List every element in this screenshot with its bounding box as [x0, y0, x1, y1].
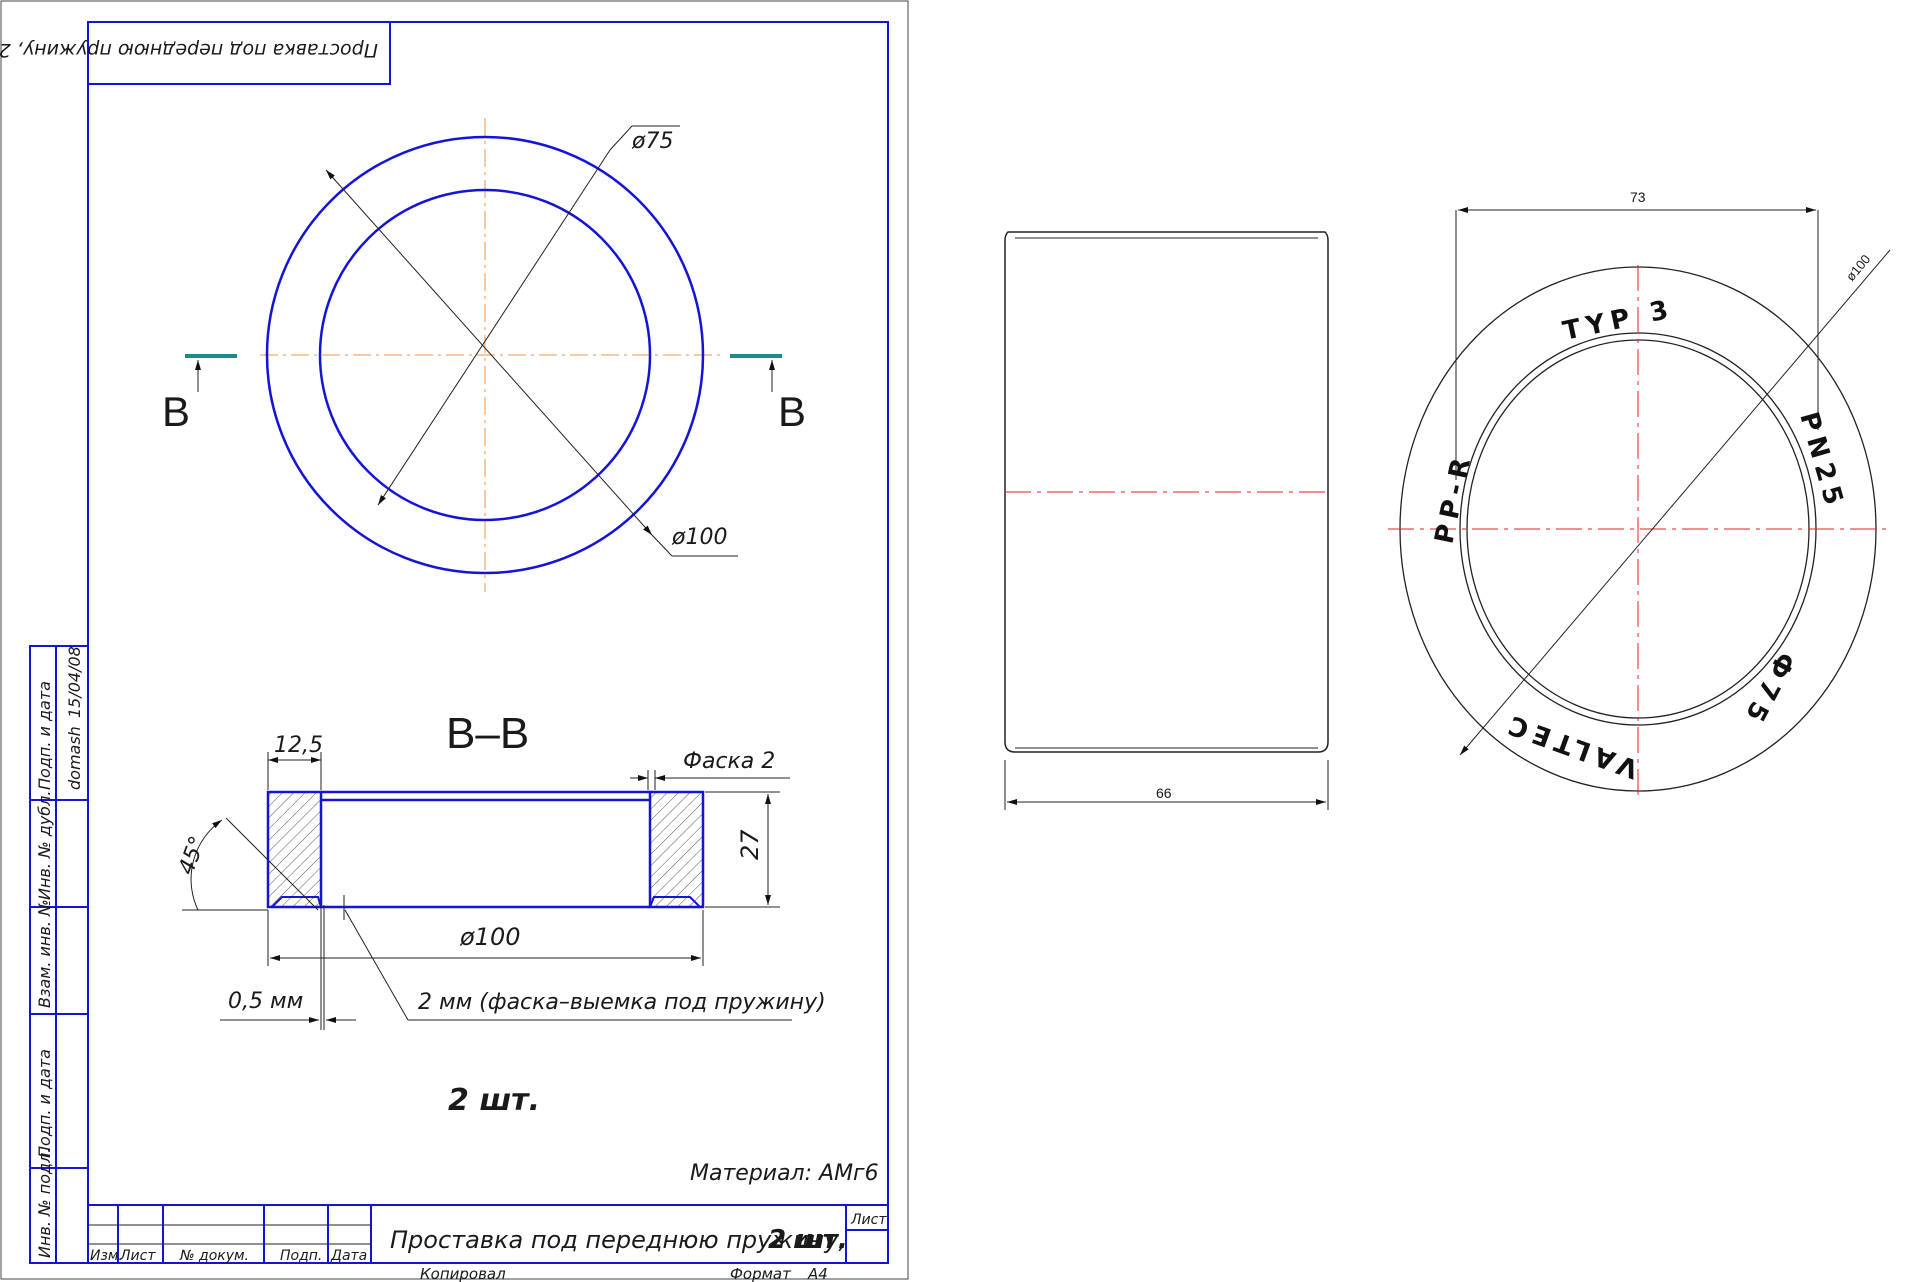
marking-ppr: PP-R: [1430, 450, 1479, 547]
left-drawing-sheet: Проставка под переднюю пружину, 2 шт ø75…: [0, 0, 909, 1282]
dim-small-label: 0,5 мм: [228, 989, 303, 1014]
section-view: В–В 12,5 Фаска 2 27 45° ø100 0,5 мм 2 мм…: [174, 709, 826, 1030]
quantity-label: 2 шт.: [448, 1083, 540, 1118]
groove-note: 2 мм (фаска–выемка под пружину): [418, 990, 826, 1015]
tb-list-right: Лист: [850, 1212, 887, 1228]
dim-height-label: 27: [736, 829, 764, 860]
side-date: 15/04/08: [65, 646, 84, 718]
tb-copied: Копировал: [420, 1265, 506, 1282]
side-view: 66: [1004, 231, 1329, 810]
tb-format: Формат: [730, 1265, 792, 1282]
plan-view: ø75 ø100 В В: [162, 118, 806, 592]
front-dim-width-label: 73: [1630, 189, 1646, 205]
marking-pn: PN25: [1793, 409, 1850, 514]
tb-format-value: А4: [807, 1265, 828, 1282]
side-view-dim-label: 66: [1156, 785, 1172, 801]
section-letter-left: В: [162, 388, 190, 435]
side-sign-date: Подп. и дата: [35, 681, 54, 790]
dim-diameter-section-label: ø100: [459, 923, 521, 951]
drawing-frame: [87, 21, 889, 1264]
tb-izm: Изм.: [90, 1248, 123, 1264]
front-view: 73 ø100 TYP 3 PN25 PP-R Ф75 VALTEC: [1388, 189, 1891, 795]
tb-list: Лист: [119, 1248, 156, 1264]
mirrored-stamp-label: Проставка под переднюю пружину, 2 шт: [0, 39, 378, 61]
chamfer-label: Фаска 2: [683, 749, 775, 774]
tb-n-dokum: № докум.: [179, 1248, 249, 1264]
side-stamp: Подп. и дата domash 15/04/08 Инв. № дубл…: [29, 645, 89, 1264]
dim-d75-label: ø75: [631, 129, 673, 154]
title-block: Изм. Лист № докум. Подп. Дата Лист Прост…: [87, 1204, 889, 1282]
marking-brand: VALTEC: [1499, 707, 1642, 784]
dim-width-label: 12,5: [274, 733, 323, 758]
material-label: Материал: АМг6: [690, 1161, 879, 1186]
side-author: domash: [65, 726, 84, 790]
front-dim-diag-label: ø100: [1843, 252, 1874, 284]
section-letter-right: В: [778, 388, 806, 435]
left-wall-hatch: [268, 792, 321, 907]
section-title: В–В: [446, 709, 529, 758]
side-sign-date2: Подп. и дата: [35, 1049, 54, 1158]
tb-podp: Подп.: [280, 1248, 322, 1264]
angle-label: 45°: [174, 833, 211, 878]
marking-d75: Ф75: [1736, 647, 1800, 732]
tb-data: Дата: [330, 1248, 367, 1264]
side-vzam-inv: Взам. инв. №: [35, 899, 54, 1008]
marking-typ: TYP 3: [1560, 294, 1677, 347]
side-inv-dubl: Инв. № дубл.: [35, 791, 54, 900]
right-wall-hatch: [650, 792, 703, 907]
dim-d100-label: ø100: [671, 525, 727, 550]
side-inv-podl: Инв. № подл.: [35, 1148, 54, 1258]
tb-title-qty: 2 шт.: [768, 1225, 848, 1255]
